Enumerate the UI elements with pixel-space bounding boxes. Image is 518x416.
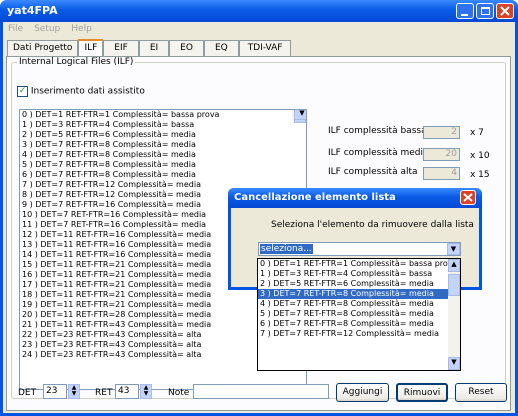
menu-file[interactable]: File [8,24,23,34]
dropdown-option[interactable]: 5 ) DET=7 RET-FTR=8 Complessità= media [258,309,460,319]
dialog-title: Cancellazione elemento lista [234,192,396,203]
list-scrollbar[interactable]: ▲ ▼ [292,110,306,123]
rimuovi-button[interactable]: Rimuovi [396,383,448,402]
ilf-alta-label: ILF complessità alta [328,167,418,177]
scroll-down-arrow-icon[interactable]: ▼ [294,110,306,120]
scroll-thumb[interactable] [448,274,460,296]
menu-setup[interactable]: Setup [34,24,60,34]
scroll-up-arrow-icon[interactable]: ▲ [448,259,460,272]
dropdown-option[interactable]: 7 ) DET=7 RET-FTR=12 Complessità= media [258,329,460,339]
dropdown-rows: 0 ) DET=1 RET-FTR=1 Complessità= bassa p… [258,259,460,339]
aggiungi-button[interactable]: Aggiungi [336,383,389,402]
title-bar: yat4FPA [0,0,518,22]
item-select[interactable]: seleziona... ▼ [258,242,461,256]
dropdown-option[interactable]: 0 ) DET=1 RET-FTR=1 Complessità= bassa p… [258,259,460,269]
menu-bar: File Setup Help [3,22,515,37]
ilf-media-label: ILF complessità media [328,148,429,158]
ilf-bassa-multiplier: x 7 [470,128,484,138]
dropdown-option[interactable]: 3 ) DET=7 RET-FTR=8 Complessità= media [258,289,460,299]
det-spin-icon[interactable]: ▲ ▼ [68,384,80,399]
ilf-media-value: 20 [423,148,460,161]
list-item[interactable]: 6 ) DET=7 RET-FTR=8 Complessità= media [20,170,306,180]
tab-ilf[interactable]: ILF [78,39,104,57]
tab-eq[interactable]: EQ [203,40,239,56]
ret-label: RET [95,388,113,398]
list-item[interactable]: 0 ) DET=1 RET-FTR=1 Complessità= bassa p… [20,110,306,120]
ilf-media-multiplier: x 10 [470,151,490,161]
note-label: Note [168,388,190,398]
ilf-alta-multiplier: x 15 [470,170,490,180]
list-item[interactable]: 2 ) DET=5 RET-FTR=6 Complessità= media [20,130,306,140]
tab-strip: Dati Progetto ILF EIF EI EO EQ TDI-VAF [7,39,292,57]
close-icon [500,6,510,16]
reset-button[interactable]: Reset [455,383,507,402]
item-select-dropdown[interactable]: 0 ) DET=1 RET-FTR=1 Complessità= bassa p… [257,258,461,371]
tab-dati-progetto[interactable]: Dati Progetto [7,40,79,56]
item-select-value: seleziona... [260,244,313,254]
dialog-close-button[interactable] [460,190,476,205]
det-label: DET [18,388,37,398]
list-item[interactable]: 3 ) DET=7 RET-FTR=8 Complessità= media [20,140,306,150]
dialog-title-bar: Cancellazione elemento lista [228,188,482,208]
maximize-icon [481,7,490,15]
chevron-down-icon[interactable]: ▼ [447,243,460,255]
scroll-down-arrow-icon[interactable]: ▼ [448,357,460,370]
dropdown-option[interactable]: 1 ) DET=3 RET-FTR=4 Complessità= bassa [258,269,460,279]
dropdown-option[interactable]: 2 ) DET=5 RET-FTR=6 Complessità= media [258,279,460,289]
minimize-button[interactable] [456,3,474,19]
list-item[interactable]: 5 ) DET=7 RET-FTR=8 Complessità= media [20,160,306,170]
dialog-prompt: Seleziona l'elemento da rimuovere dalla … [271,220,474,230]
checkbox-label: Inserimento dati assistito [30,86,145,97]
det-input[interactable]: 23 [43,384,67,399]
ret-input[interactable]: 43 [115,384,139,399]
close-icon [463,193,473,202]
groupbox-label: Internal Logical Files (ILF) [17,57,136,67]
check-icon: ✓ [18,86,27,96]
close-button[interactable] [496,3,514,19]
assisted-input-checkbox[interactable]: ✓ Inserimento dati assistito [17,86,145,97]
note-input[interactable] [193,384,329,399]
menu-help[interactable]: Help [71,24,92,34]
ret-spin-icon[interactable]: ▲ ▼ [140,384,152,399]
ilf-bassa-label: ILF complessità bassa [328,126,427,136]
tab-eo[interactable]: EO [169,40,204,56]
tab-ei[interactable]: EI [138,40,170,56]
ilf-alta-value: 4 [423,167,460,180]
dropdown-option[interactable]: 4 ) DET=7 RET-FTR=8 Complessità= media [258,299,460,309]
app-window: yat4FPA File Setup Help Dati Progetto ILF … [0,0,518,416]
list-item[interactable]: 1 ) DET=3 RET-FTR=4 Complessità= bassa [20,120,306,130]
tab-eif[interactable]: EIF [103,40,139,56]
window-title: yat4FPA [7,4,58,17]
dropdown-option[interactable]: 6 ) DET=7 RET-FTR=8 Complessità= media [258,319,460,329]
list-item[interactable]: 4 ) DET=7 RET-FTR=8 Complessità= media [20,150,306,160]
ilf-bassa-value: 2 [423,126,460,139]
maximize-button[interactable] [476,3,494,19]
minimize-icon [461,14,468,16]
checkbox-box[interactable]: ✓ [17,86,28,97]
tab-tdi-vaf[interactable]: TDI-VAF [238,40,292,56]
dropdown-scrollbar[interactable]: ▲ ▼ [448,259,460,370]
